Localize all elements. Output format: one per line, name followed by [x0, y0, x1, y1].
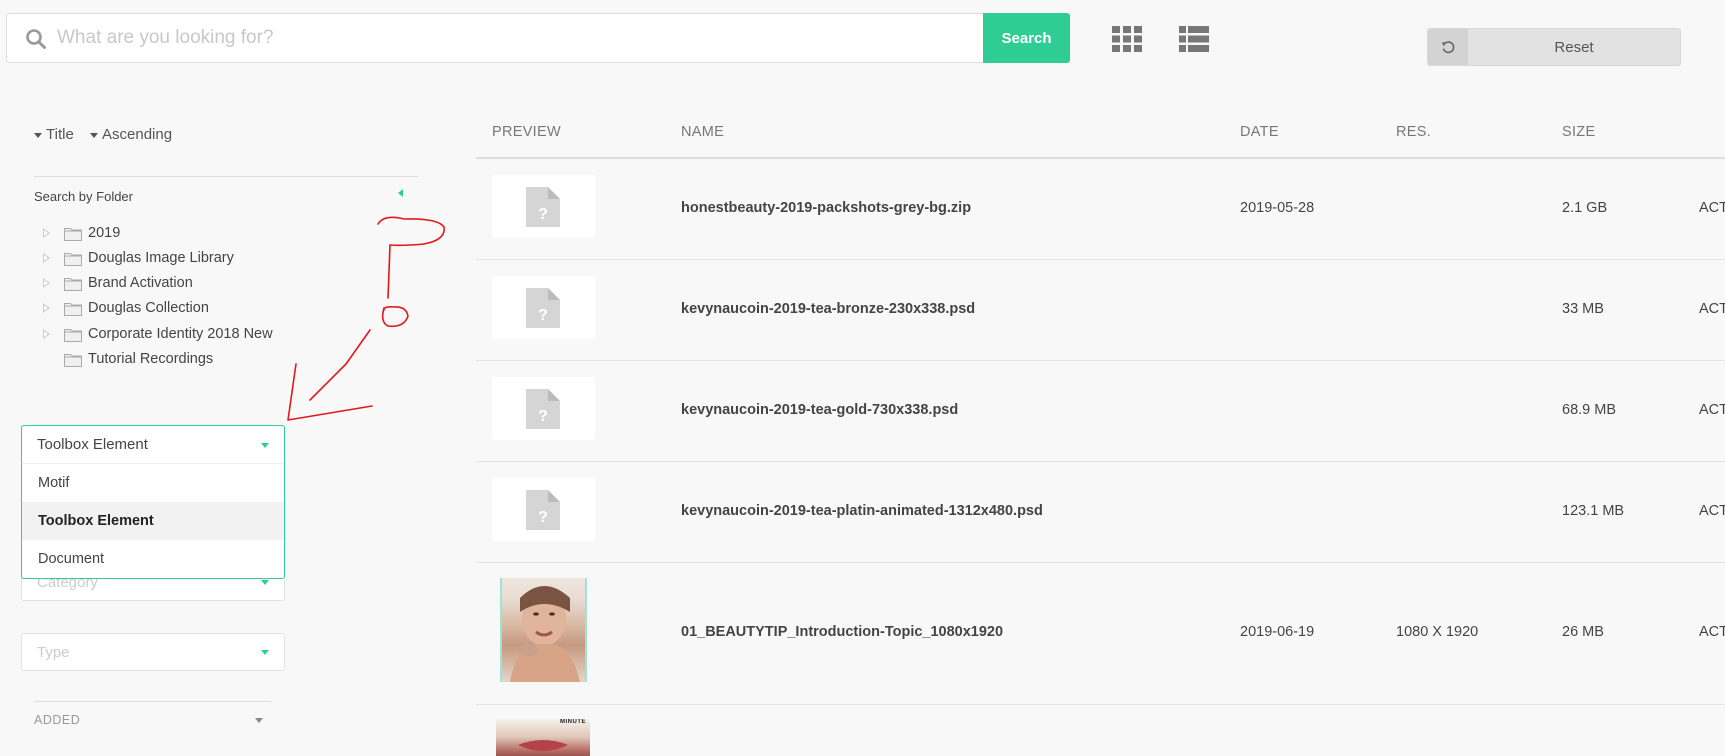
expand-icon[interactable]: [43, 228, 50, 238]
file-name: kevynaucoin-2019-tea-bronze-230x338.psd: [681, 301, 976, 317]
folder-item[interactable]: Douglas Collection: [42, 298, 209, 318]
file-status: ACT: [1699, 301, 1725, 317]
added-filter[interactable]: ADDED: [34, 713, 271, 727]
sort-order-dropdown[interactable]: Ascending: [90, 126, 172, 143]
portrait-image: [510, 586, 580, 682]
list-icon[interactable]: [1177, 24, 1211, 54]
unknown-file-icon: ?: [526, 490, 560, 530]
grid-icon[interactable]: [1110, 24, 1144, 54]
search-button[interactable]: Search: [983, 13, 1070, 63]
file-resolution: 1080 X 1920: [1396, 624, 1479, 640]
file-thumbnail: ?: [492, 478, 595, 541]
folder-section-title: Search by Folder: [34, 189, 133, 204]
file-status: ACT: [1699, 402, 1725, 418]
divider: [34, 176, 418, 177]
divider: [34, 701, 271, 702]
file-name: kevynaucoin-2019-tea-platin-animated-131…: [681, 503, 1043, 519]
table-row[interactable]: [476, 260, 1725, 360]
file-status: ACT: [1699, 624, 1725, 640]
column-header-size[interactable]: SIZE: [1562, 124, 1595, 140]
svg-text:?: ?: [538, 206, 548, 223]
folder-icon: [64, 353, 82, 367]
caret-down-icon: [261, 580, 269, 585]
table-row[interactable]: [476, 462, 1725, 562]
table-row[interactable]: [476, 563, 1725, 704]
expand-icon[interactable]: [43, 329, 50, 339]
asset-type-dropdown: Toolbox Element Motif Toolbox Element Do…: [21, 425, 285, 579]
search-bar: [6, 13, 1070, 63]
file-status: ACT: [1699, 503, 1725, 519]
file-name: 01_BEAUTYTIP_Introduction-Topic_1080x192…: [681, 624, 1004, 640]
sort-field-dropdown[interactable]: Title: [34, 126, 74, 143]
folder-icon: [64, 328, 82, 342]
file-date: 2019-06-19: [1240, 624, 1315, 640]
unknown-file-icon: ?: [526, 288, 560, 328]
row-divider: [476, 704, 1725, 705]
svg-text:?: ?: [538, 307, 548, 324]
file-thumbnail: ?: [492, 276, 595, 339]
folder-item[interactable]: 2019: [42, 223, 120, 243]
folder-item[interactable]: Tutorial Recordings: [42, 349, 213, 369]
folder-icon: [64, 277, 82, 291]
svg-text:?: ?: [538, 408, 548, 425]
expand-icon[interactable]: [43, 253, 50, 263]
caret-down-icon: [34, 132, 42, 138]
file-thumbnail: ?: [492, 377, 595, 440]
expand-icon[interactable]: [43, 278, 50, 288]
folder-icon: [64, 302, 82, 316]
search-icon: [26, 29, 46, 49]
dropdown-option-motif[interactable]: Motif: [22, 464, 284, 502]
column-header-date[interactable]: DATE: [1240, 124, 1279, 140]
caret-down-icon: [261, 650, 269, 655]
unknown-file-icon: ?: [526, 187, 560, 227]
reset-button[interactable]: Reset: [1427, 28, 1681, 66]
caret-down-icon: [90, 132, 98, 138]
unknown-file-icon: ?: [526, 389, 560, 429]
reset-label: Reset: [1554, 39, 1594, 56]
svg-text:?: ?: [538, 509, 548, 526]
folder-item[interactable]: Brand Activation: [42, 273, 193, 293]
folder-item[interactable]: Corporate Identity 2018 New: [42, 324, 273, 344]
file-name: kevynaucoin-2019-tea-gold-730x338.psd: [681, 402, 959, 418]
expand-icon[interactable]: [43, 303, 50, 313]
column-header-res[interactable]: RES.: [1396, 124, 1431, 140]
image-thumbnail: [500, 578, 587, 682]
folder-icon: [64, 227, 82, 241]
image-thumbnail: MINUTE: [496, 719, 590, 756]
search-input[interactable]: [57, 14, 977, 62]
caret-down-icon: [261, 443, 269, 448]
collapse-icon[interactable]: [398, 189, 403, 197]
caret-down-icon: [255, 718, 263, 723]
table-row[interactable]: [476, 159, 1725, 259]
file-thumbnail: ?: [492, 175, 595, 238]
asset-type-dropdown-toggle[interactable]: Toolbox Element: [22, 426, 284, 464]
dropdown-option-toolbox-element[interactable]: Toolbox Element: [22, 502, 284, 540]
folder-icon: [64, 252, 82, 266]
folder-item[interactable]: Douglas Image Library: [42, 248, 234, 268]
file-size: 123.1 MB: [1562, 503, 1625, 519]
file-size: 26 MB: [1562, 624, 1604, 640]
table-row[interactable]: [476, 361, 1725, 461]
file-name: honestbeauty-2019-packshots-grey-bg.zip: [681, 200, 972, 216]
file-status: ACT: [1699, 200, 1725, 216]
file-size: 68.9 MB: [1562, 402, 1616, 418]
column-header-name[interactable]: NAME: [681, 124, 724, 140]
dropdown-option-document[interactable]: Document: [22, 540, 284, 578]
file-size: 33 MB: [1562, 301, 1604, 317]
type-dropdown[interactable]: Type: [21, 633, 285, 671]
undo-icon: [1441, 41, 1455, 54]
file-date: 2019-05-28: [1240, 200, 1315, 216]
column-header-preview[interactable]: PREVIEW: [492, 124, 561, 140]
file-size: 2.1 GB: [1562, 200, 1608, 216]
